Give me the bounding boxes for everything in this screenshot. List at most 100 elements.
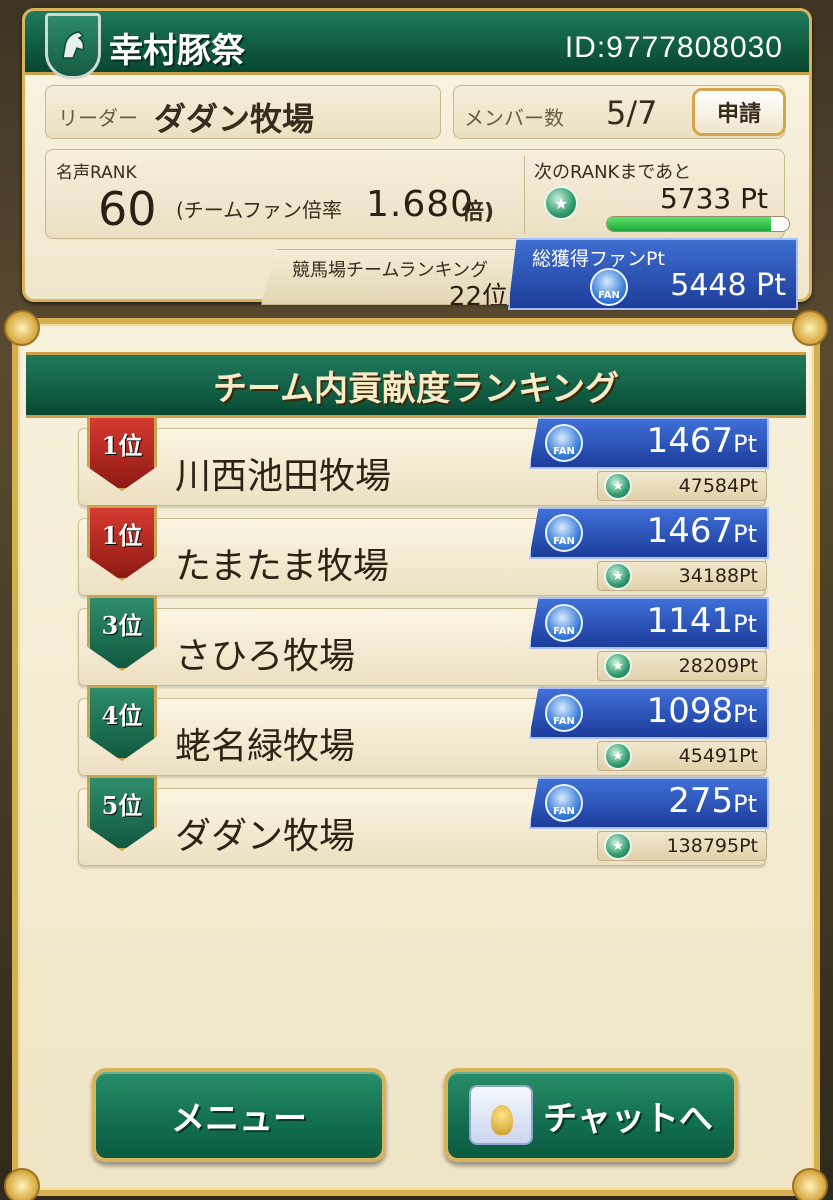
corner-ornament [4, 1168, 40, 1200]
pt-unit: Pt [733, 610, 757, 638]
fan-icon: FAN [545, 514, 583, 552]
medal-icon: ★ [604, 742, 632, 770]
leader-box: リーダー ダダン牧場 [45, 85, 441, 139]
corner-ornament [792, 310, 828, 346]
fan-icon-text: FAN [553, 806, 575, 817]
medal-icon: ★ [604, 562, 632, 590]
member-total-pt: 138795Pt [666, 835, 758, 857]
chat-button-label: チャットへ [543, 1098, 713, 1139]
multiplier-value: 1.680 [366, 184, 475, 225]
ranking-header: チーム内貢献度ランキング [26, 352, 806, 418]
total-pt-strip: ★ 47584Pt [597, 471, 767, 501]
ranking-row[interactable]: 1位 たまたま牧場 FAN 1467Pt ★ 34188Pt [78, 505, 769, 596]
member-fan-pt-value: 1141 [646, 601, 734, 641]
multiplier-label: (チームファン倍率 [176, 198, 343, 222]
member-fan-pt-value: 275 [668, 781, 734, 821]
total-pt-strip: ★ 28209Pt [597, 651, 767, 681]
fan-icon: FAN [590, 268, 628, 306]
pt-unit: Pt [733, 790, 757, 818]
medal-icon: ★ [544, 186, 578, 220]
rank-badge: 4位 [87, 685, 157, 761]
menu-button[interactable]: メニュー [92, 1068, 386, 1162]
menu-button-label: メニュー [171, 1098, 307, 1139]
rank-box: 名声RANK 60 (チームファン倍率 1.680 倍) 次のRANKまであと … [45, 149, 790, 239]
member-count: 5/7 [606, 94, 658, 132]
member-name: たまたま牧場 [175, 546, 389, 587]
ranking-row[interactable]: 5位 ダダン牧場 FAN 275Pt ★ 138795Pt [78, 775, 769, 866]
fan-icon-text: FAN [598, 290, 620, 301]
member-total-pt: 34188Pt [678, 565, 758, 587]
fan-pt-strip: FAN 275Pt [529, 777, 769, 829]
rank-badge: 1位 [87, 505, 157, 581]
total-fan-pt-box: 総獲得ファンPt FAN 5448 Pt [508, 238, 798, 310]
next-rank-value: 5733 Pt [659, 182, 768, 215]
member-fan-pt: 1141Pt [647, 601, 757, 641]
next-rank-progress [606, 216, 790, 232]
member-name: ダダン牧場 [175, 816, 356, 857]
ranking-title: チーム内貢献度ランキング [213, 368, 619, 409]
member-name: 蛯名緑牧場 [175, 726, 356, 767]
member-fan-pt-value: 1098 [646, 691, 734, 731]
chat-key-icon [469, 1085, 534, 1145]
apply-button[interactable]: 申請 [692, 88, 786, 136]
member-total-pt: 45491Pt [678, 745, 758, 767]
pt-unit: Pt [733, 430, 757, 458]
team-name: 幸村豚祭 [109, 31, 245, 71]
member-fan-pt-value: 1467 [646, 421, 734, 461]
fan-icon-text: FAN [553, 716, 575, 727]
member-fan-pt: 275Pt [668, 781, 757, 821]
pt-unit: Pt [733, 700, 757, 728]
fan-icon: FAN [545, 424, 583, 462]
horse-head-icon [45, 13, 101, 79]
member-box: メンバー数 5/7 申請 [453, 85, 786, 139]
progress-fill [607, 217, 771, 231]
total-fan-pt-value: 5448 Pt [670, 268, 786, 303]
ranking-row[interactable]: 4位 蛯名緑牧場 FAN 1098Pt ★ 45491Pt [78, 685, 769, 776]
fan-pt-strip: FAN 1098Pt [529, 687, 769, 739]
rank-badge: 5位 [87, 775, 157, 851]
multiplier-unit: 倍) [462, 200, 495, 225]
next-rank-label: 次のRANKまであと [534, 162, 692, 183]
total-pt-strip: ★ 45491Pt [597, 741, 767, 771]
medal-icon: ★ [604, 652, 632, 680]
fan-icon: FAN [545, 784, 583, 822]
fan-icon-text: FAN [553, 446, 575, 457]
fan-pt-strip: FAN 1141Pt [529, 597, 769, 649]
team-id: ID:9777808030 [564, 31, 783, 64]
team-header: 幸村豚祭 ID:9777808030 [25, 11, 809, 79]
member-total-pt: 28209Pt [678, 655, 758, 677]
divider [524, 156, 525, 234]
ranking-row[interactable]: 1位 川西池田牧場 FAN 1467Pt ★ 47584Pt [78, 415, 769, 506]
total-pt-strip: ★ 138795Pt [597, 831, 767, 861]
ranking-row[interactable]: 3位 さひろ牧場 FAN 1141Pt ★ 28209Pt [78, 595, 769, 686]
chat-button[interactable]: チャットへ [444, 1068, 738, 1162]
member-label: メンバー数 [464, 106, 564, 130]
member-name: さひろ牧場 [175, 636, 356, 677]
total-pt-strip: ★ 34188Pt [597, 561, 767, 591]
member-fan-pt: 1467Pt [647, 421, 757, 461]
rank-badge: 3位 [87, 595, 157, 671]
leader-name: ダダン牧場 [154, 100, 315, 138]
fan-pt-strip: FAN 1467Pt [529, 417, 769, 469]
member-total-pt: 47584Pt [678, 475, 758, 497]
fan-icon-text: FAN [553, 536, 575, 547]
total-fan-pt-label: 総獲得ファンPt [532, 248, 665, 270]
pt-unit: Pt [733, 520, 757, 548]
course-ranking-value: 22位 [448, 282, 508, 312]
medal-icon: ★ [604, 832, 632, 860]
fame-rank-label: 名声RANK [56, 163, 137, 183]
fame-rank-value: 60 [98, 182, 157, 236]
course-ranking-box: 競馬場チームランキング 22位 [261, 249, 521, 305]
ranking-panel: チーム内貢献度ランキング 1位 川西池田牧場 FAN 1467Pt ★ 47584Pt 1位… [4, 310, 828, 1200]
corner-ornament [4, 310, 40, 346]
corner-ornament [792, 1168, 828, 1200]
fan-pt-strip: FAN 1467Pt [529, 507, 769, 559]
medal-icon: ★ [604, 472, 632, 500]
member-fan-pt-value: 1467 [646, 511, 734, 551]
rank-badge: 1位 [87, 415, 157, 491]
leader-label: リーダー [58, 106, 138, 130]
member-fan-pt: 1098Pt [647, 691, 757, 731]
fan-icon-text: FAN [553, 626, 575, 637]
member-name: 川西池田牧場 [175, 456, 392, 497]
member-fan-pt: 1467Pt [647, 511, 757, 551]
